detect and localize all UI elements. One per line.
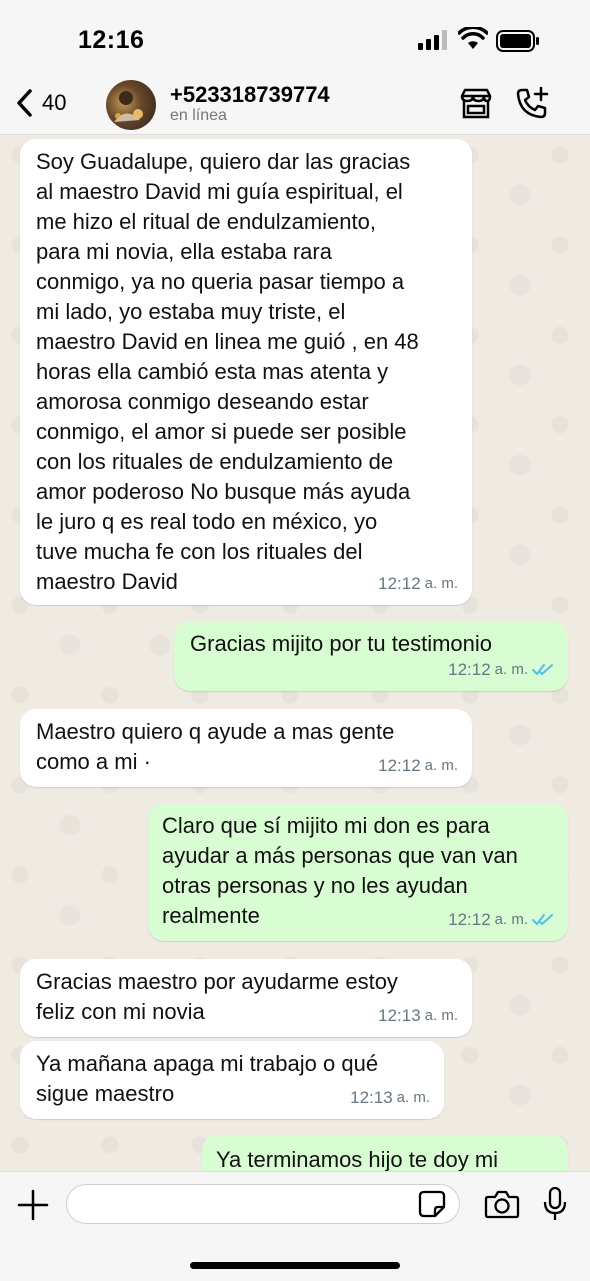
avatar[interactable]: [106, 80, 156, 130]
message-ampm: a. m.: [396, 1089, 430, 1106]
message-incoming[interactable]: Ya mañana apaga mi trabajo o qué sigue m…: [20, 1041, 444, 1119]
composer-bar: [0, 1171, 590, 1281]
message-outgoing[interactable]: Gracias mijito por tu testimonio 12:12 a…: [174, 621, 568, 691]
home-indicator: [190, 1262, 400, 1269]
message-incoming[interactable]: Gracias maestro por ayudarme estoy feliz…: [20, 959, 472, 1037]
back-chevron-icon: [17, 89, 32, 117]
message-time: 12:12: [378, 574, 421, 593]
chat-header: 40 +523318739774 en línea: [0, 78, 590, 135]
message-ampm: a. m.: [424, 1007, 458, 1024]
message-time: 12:12: [378, 756, 421, 775]
add-call-icon[interactable]: [514, 86, 550, 122]
store-icon[interactable]: [458, 86, 494, 122]
status-time: 12:16: [78, 26, 145, 54]
message-meta: 12:12 a. m.: [448, 655, 554, 685]
message-meta: 12:12 a. m.: [378, 569, 458, 599]
message-outgoing[interactable]: Claro que sí mijito mi don es para ayuda…: [148, 803, 568, 941]
message-meta: 12:12 a. m.: [448, 905, 554, 935]
message-ampm: a. m.: [494, 661, 528, 678]
message-ampm: a. m.: [424, 575, 458, 592]
contact-name[interactable]: +523318739774: [170, 82, 330, 108]
message-time: 12:12: [448, 910, 491, 929]
message-text: Ya terminamos hijo te doy mi: [216, 1147, 499, 1171]
message-ampm: a. m.: [424, 757, 458, 774]
message-outgoing[interactable]: Ya terminamos hijo te doy mi: [202, 1135, 568, 1171]
message-incoming[interactable]: Maestro quiero q ayude a mas gente como …: [20, 709, 472, 787]
double-check-icon: [532, 664, 553, 676]
camera-icon[interactable]: [484, 1188, 520, 1220]
sticker-icon[interactable]: [418, 1190, 446, 1218]
message-meta: 12:13 a. m.: [350, 1083, 430, 1113]
message-time: 12:13: [350, 1088, 393, 1107]
contact-status: en línea: [170, 107, 227, 124]
message-text: Soy Guadalupe, quiero dar las gracias al…: [36, 149, 419, 594]
battery-icon: [496, 30, 539, 52]
unread-count: 40: [42, 90, 67, 115]
message-ampm: a. m.: [494, 911, 528, 928]
message-meta: 12:13 a. m.: [378, 1001, 458, 1031]
avatar-photo: [114, 91, 143, 122]
wifi-icon: [458, 27, 488, 49]
double-check-icon: [532, 914, 553, 926]
message-time: 12:13: [378, 1006, 421, 1025]
message-time: 12:12: [448, 660, 491, 679]
chat-messages[interactable]: Soy Guadalupe, quiero dar las gracias al…: [0, 135, 590, 1171]
message-meta: 12:12 a. m.: [378, 751, 458, 781]
mic-icon[interactable]: [542, 1186, 568, 1222]
message-incoming[interactable]: Soy Guadalupe, quiero dar las gracias al…: [20, 139, 472, 605]
cell-signal-icon: [418, 30, 447, 50]
plus-icon[interactable]: [16, 1188, 50, 1222]
back-button[interactable]: 40: [14, 88, 66, 118]
status-bar: 12:16: [0, 0, 590, 78]
message-input[interactable]: [66, 1184, 460, 1224]
